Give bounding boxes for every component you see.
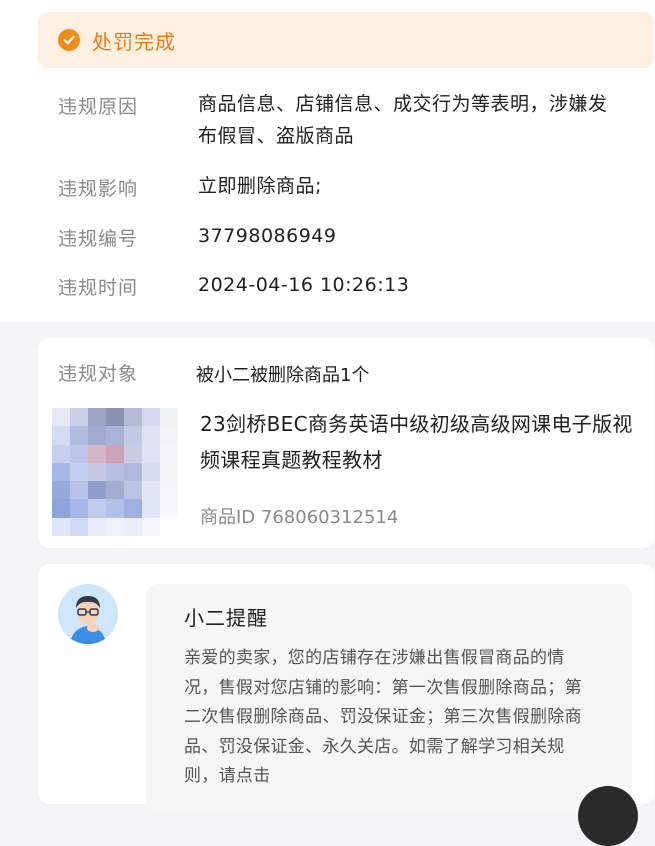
- violation-target-card[interactable]: 违规对象 被小二被删除商品1个 23剑桥BEC商务英语中级初级高级网课电子版视频…: [38, 338, 654, 548]
- impact-value: 立即删除商品;: [198, 175, 322, 197]
- reason-label: 违规原因: [58, 96, 139, 118]
- time-value: 2024-04-16 10:26:13: [198, 274, 410, 296]
- reason-value: 商品信息、店铺信息、成交行为等表明，涉嫌发布假冒、盗版商品: [198, 93, 608, 147]
- check-circle-icon: [58, 29, 80, 51]
- impact-label: 违规影响: [58, 178, 139, 200]
- violation-detail-card: 处罚完成 违规原因 商品信息、店铺信息、成交行为等表明，涉嫌发布假冒、盗版商品 …: [0, 0, 655, 322]
- product-thumbnail[interactable]: [52, 408, 178, 536]
- target-label: 违规对象: [58, 363, 139, 385]
- tip-title: 小二提醒: [184, 606, 268, 630]
- assistant-avatar-icon: [58, 584, 118, 644]
- product-title[interactable]: 23剑桥BEC商务英语中级初级高级网课电子版视频课程真题教程教材: [200, 406, 640, 478]
- status-text: 处罚完成: [92, 29, 176, 54]
- target-summary: 被小二被删除商品1个: [196, 365, 370, 386]
- number-label: 违规编号: [58, 228, 139, 250]
- assistant-tip-card: 小二提醒 亲爱的卖家，您的店铺存在涉嫌出售假冒商品的情况，售假对您店铺的影响：第…: [38, 564, 654, 814]
- floating-action-button[interactable]: [578, 786, 638, 846]
- status-banner: 处罚完成: [38, 12, 654, 68]
- tip-bubble: 小二提醒 亲爱的卖家，您的店铺存在涉嫌出售假冒商品的情况，售假对您店铺的影响：第…: [146, 584, 632, 814]
- tip-body: 亲爱的卖家，您的店铺存在涉嫌出售假冒商品的情况，售假对您店铺的影响：第一次售假删…: [184, 648, 582, 786]
- number-value: 37798086949: [198, 225, 337, 247]
- product-id: 商品ID 768060312514: [200, 507, 399, 528]
- time-label: 违规时间: [58, 277, 139, 299]
